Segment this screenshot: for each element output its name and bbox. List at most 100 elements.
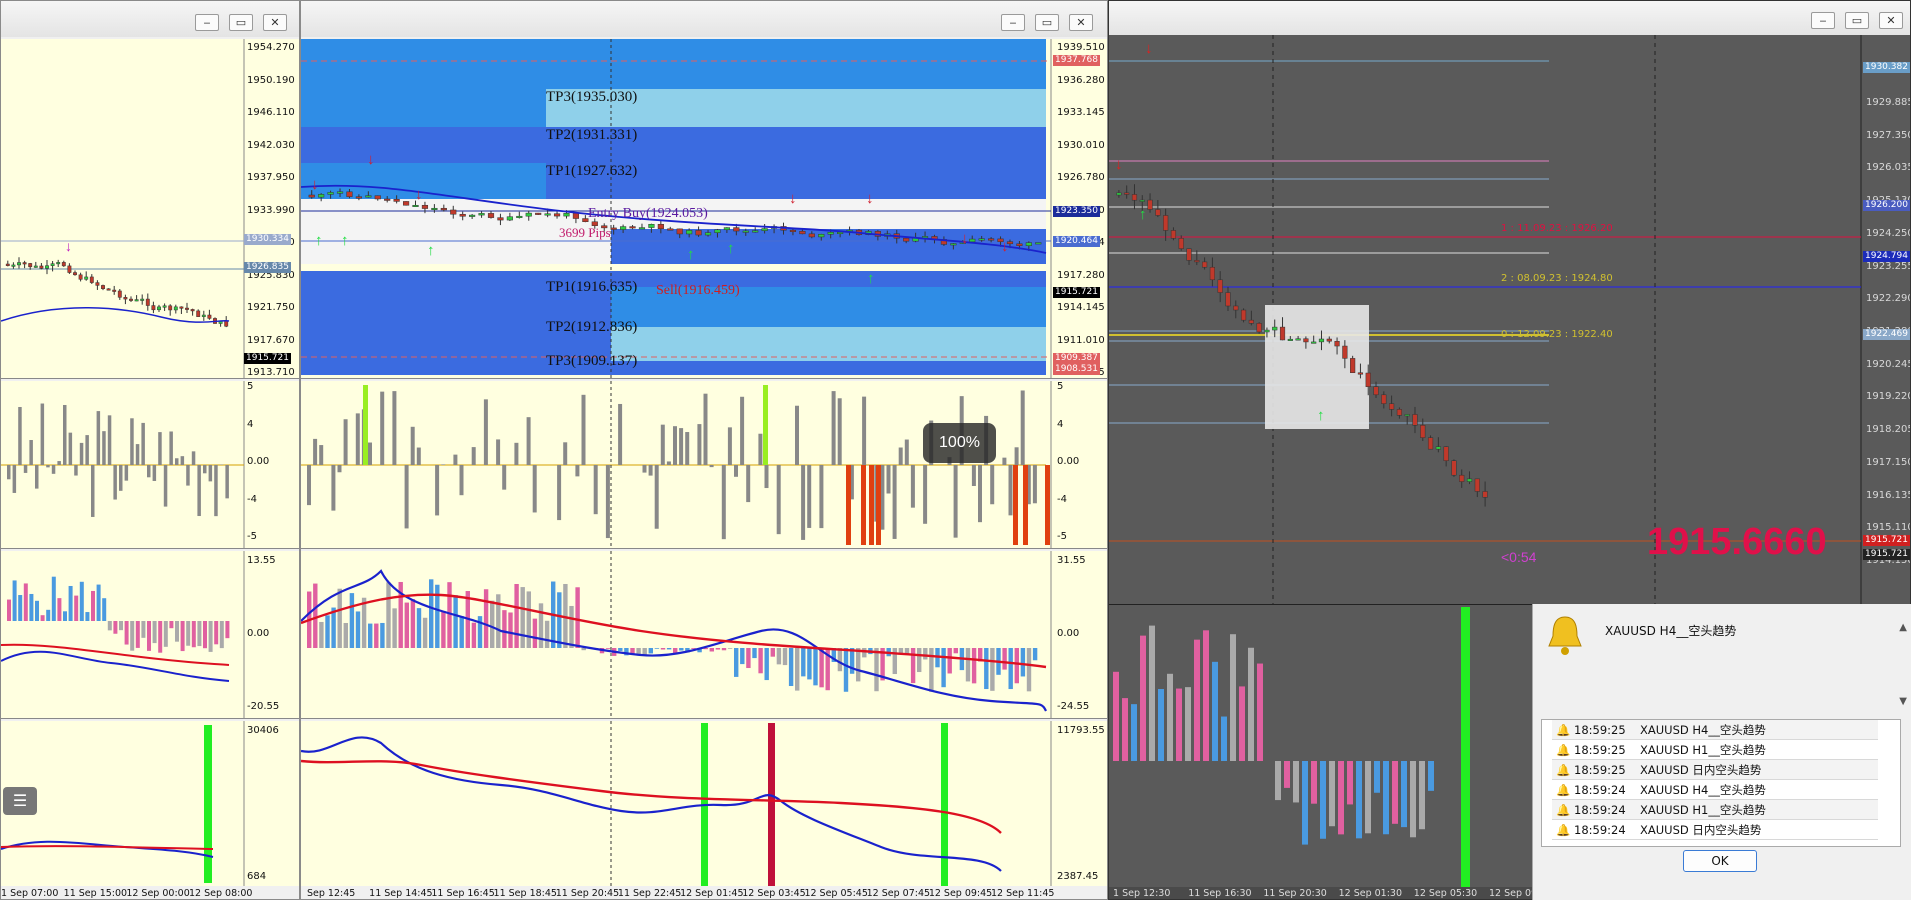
osc-bar — [152, 465, 157, 481]
osc-bar — [35, 465, 39, 489]
close-button[interactable]: ✕ — [263, 14, 287, 31]
alert-list-item[interactable]: 🔔 18:59:24 XAUUSD 日内空头趋势 — [1552, 820, 1878, 840]
macd-bar — [807, 648, 812, 680]
time-axis-label: 11 Sep 14:45 — [369, 888, 433, 899]
alert-list-item[interactable]: 🔔 18:59:24 XAUUSD H4__空头趋势 — [1552, 780, 1878, 800]
osc-bar — [697, 424, 702, 465]
candle-timer: <0:54 — [1501, 549, 1537, 565]
alert-list-item[interactable]: 🔔 18:59:25 XAUUSD 日内空头趋势 — [1552, 760, 1878, 780]
minimize-button[interactable]: ‒ — [1001, 14, 1025, 31]
indicator-bar — [1329, 761, 1335, 827]
osc-bar — [119, 465, 123, 491]
candle-body — [440, 207, 447, 211]
right-window-titlebar[interactable] — [1109, 1, 1910, 35]
macd-bar — [795, 648, 800, 691]
candle-body — [327, 192, 334, 195]
time-axis-label: 12 Sep 05:45 — [804, 888, 868, 899]
candle-body — [563, 213, 570, 217]
indicator-bar — [1140, 635, 1146, 761]
left-price-pane[interactable]: ↓ 1954.270 1950.190 1946.110 1942.030 1937.9… — [1, 39, 299, 379]
price-axis-label: 1933.990 — [247, 204, 295, 216]
alert-message: XAUUSD 日内空头趋势 — [1640, 763, 1762, 777]
ok-button[interactable]: OK — [1683, 850, 1757, 872]
candle-body — [1217, 279, 1223, 293]
sell-arrow-icon: ↓ — [866, 190, 874, 207]
buy-arrow-icon: ↑ — [427, 242, 435, 259]
macd-bar — [119, 621, 123, 631]
volume-axis-label: 684 — [247, 871, 267, 882]
scroll-arrow-icon[interactable]: ▲ — [1899, 622, 1907, 633]
middle-window-titlebar[interactable] — [301, 1, 1107, 37]
candle-body — [686, 230, 693, 235]
buy-arrow-icon: ↑ — [1317, 407, 1325, 424]
macd-bar — [74, 595, 79, 621]
macd-bar — [965, 648, 971, 682]
alert-message: XAUUSD H1__空头趋势 — [1640, 743, 1766, 757]
indicator-bar — [1383, 761, 1389, 835]
macd-bar — [984, 648, 989, 690]
osc-bar — [990, 465, 995, 505]
macd-bar — [107, 621, 112, 631]
osc-bar — [410, 426, 415, 465]
macd-axis-label: 0.00 — [1057, 628, 1080, 639]
maximize-button[interactable]: ▭ — [1035, 14, 1059, 31]
price-tag: 1922.469 — [1863, 329, 1910, 340]
list-menu-icon[interactable]: ☰ — [3, 787, 37, 815]
left-volume-pane[interactable]: 30406 684 ☰ — [1, 721, 299, 886]
candle-body — [1264, 329, 1270, 333]
minimize-button[interactable]: ‒ — [1811, 12, 1835, 29]
macd-axis-label: 13.55 — [247, 555, 276, 566]
candle-body — [374, 195, 381, 200]
candle-body — [11, 264, 16, 267]
candle-body — [1248, 319, 1254, 324]
price-axis-label: 1936.280 — [1057, 74, 1105, 86]
osc-bar — [923, 465, 928, 524]
osc-bar — [795, 405, 799, 465]
macd-bar — [40, 615, 45, 621]
middle-macd-pane[interactable]: 31.55 0.00 -24.55 — [301, 551, 1107, 719]
macd-bar — [904, 648, 910, 654]
maximize-button[interactable]: ▭ — [1845, 12, 1869, 29]
minimize-button[interactable]: ‒ — [195, 14, 219, 31]
macd-bar — [734, 648, 739, 677]
alert-list[interactable]: 🔔 18:59:25 XAUUSD H4__空头趋势 🔔 18:59:25 XAUUSD … — [1541, 719, 1901, 847]
alert-time: 18:59:25 — [1574, 723, 1626, 737]
candle-body — [808, 233, 815, 238]
osc-bar — [526, 417, 531, 465]
indicator-bar — [1239, 686, 1245, 761]
alert-list-item[interactable]: 🔔 18:59:24 XAUUSD H1__空头趋势 — [1552, 800, 1878, 820]
scroll-arrow-icon[interactable]: ▼ — [1899, 696, 1907, 707]
right-price-pane[interactable]: ↓↓↑↑ 1929.8851927.3501926.0351925.130192… — [1109, 35, 1910, 605]
macd-bar — [709, 648, 714, 652]
maximize-button[interactable]: ▭ — [229, 14, 253, 31]
candle-body — [950, 243, 957, 246]
osc-highlight-bar — [876, 465, 881, 545]
middle-osc-pane[interactable]: 5 4 0.00 -4 -5 — [301, 381, 1107, 549]
candle-body — [818, 233, 825, 238]
macd-bar — [1020, 648, 1026, 677]
alert-list-item[interactable]: 🔔 18:59:25 XAUUSD H1__空头趋势 — [1552, 740, 1878, 760]
osc-bar — [727, 427, 732, 465]
osc-bar — [404, 465, 409, 529]
price-tag: 1923.350 — [1053, 206, 1100, 217]
left-osc-pane[interactable]: 5 4 0.00 -4 -5 — [1, 381, 299, 549]
osc-bar — [721, 465, 726, 540]
candle-body — [1287, 338, 1293, 341]
osc-bar — [147, 465, 151, 478]
candle-body — [988, 238, 995, 241]
candle-body — [190, 309, 195, 312]
macd-bar — [325, 615, 330, 648]
middle-price-pane[interactable]: ↓ ↓ ↓ ↓ ↓ ↓ ↓ ↑ ↑ ↑ ↑ ↑ ↑ 1939.510 1936.280 1933.145 19… — [301, 39, 1107, 379]
alert-list-item[interactable]: 🔔 18:59:25 XAUUSD H4__空头趋势 — [1552, 720, 1878, 740]
candle-body — [45, 265, 49, 269]
sell-arrow-icon: ↓ — [789, 190, 797, 207]
left-window-titlebar[interactable] — [1, 1, 299, 37]
indicator-bar — [1311, 761, 1317, 804]
middle-volume-pane[interactable]: 11793.55 2387.45 — [301, 721, 1107, 886]
time-axis-label: 11 Sep 18:45 — [493, 888, 557, 899]
close-button[interactable]: ✕ — [1879, 12, 1903, 29]
osc-axis-label: -4 — [1057, 493, 1067, 505]
left-macd-pane[interactable]: 13.55 0.00 -20.55 — [1, 551, 299, 719]
close-button[interactable]: ✕ — [1069, 14, 1093, 31]
macd-axis-label: -20.55 — [247, 701, 280, 712]
